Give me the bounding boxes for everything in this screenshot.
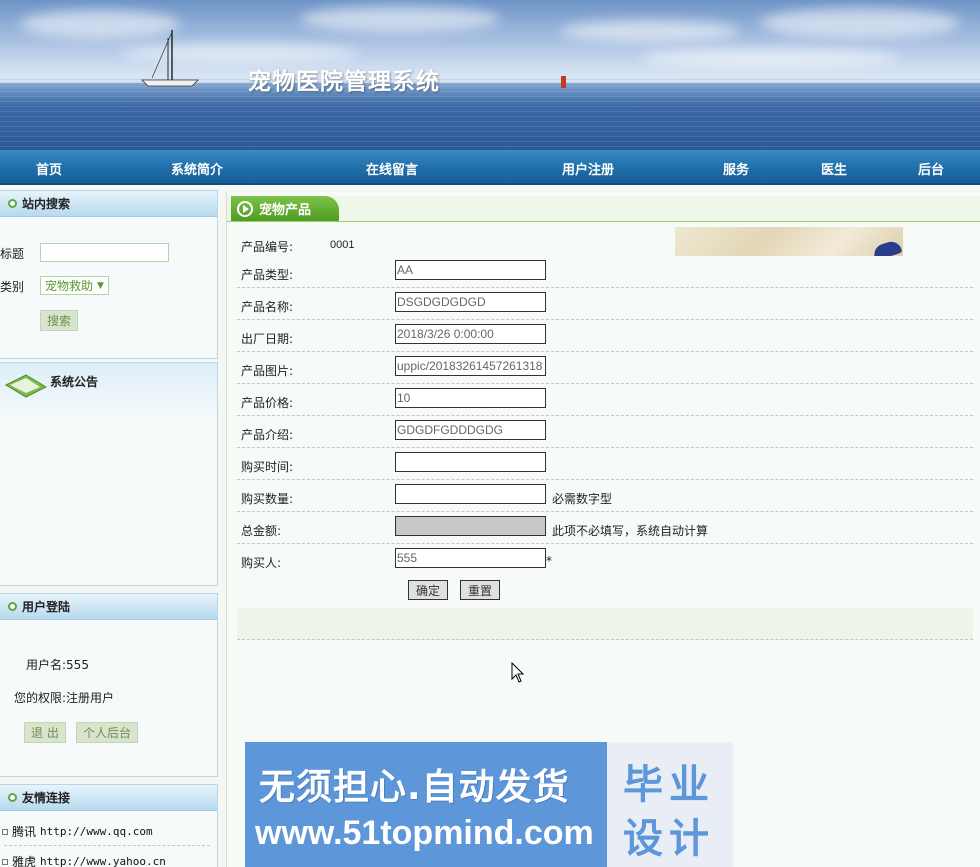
nav-item-doctor[interactable]: 医生 [821, 159, 847, 178]
field-label: 购买人: [241, 556, 282, 570]
field-label: 产品介绍: [241, 428, 294, 442]
field-label: 购买时间: [241, 460, 294, 474]
login-panel-header: 用户登陆 [0, 594, 217, 620]
purchase-quantity-field[interactable] [395, 484, 546, 504]
role-text: 您的权限:注册用户 [14, 691, 115, 705]
category-label: 类别 [0, 280, 25, 294]
notice-icon [4, 374, 48, 398]
nav-item-service[interactable]: 服务 [723, 159, 749, 178]
form-row: 产品图片: uppic/20183261457261318 [237, 352, 973, 384]
notice-heading: 系统公告 [50, 375, 99, 389]
form-row: 产品介绍: GDGDFGDDDGDG [237, 416, 973, 448]
watermark-box: 毕业 设计 [607, 742, 733, 867]
field-label: 产品编号: [241, 240, 294, 254]
friend-link[interactable]: 雅虎 http://www.yahoo.cn [2, 853, 166, 867]
bullet-icon [8, 793, 17, 802]
confirm-button[interactable]: 确定 [408, 580, 448, 600]
field-label: 购买数量: [241, 492, 294, 506]
watermark-box-line2: 设计 [623, 816, 715, 862]
watermark-line1: 无须担心.自动发货 [259, 767, 570, 808]
links-heading: 友情连接 [22, 791, 71, 805]
dropdown-arrow-icon: ▼ [97, 280, 104, 291]
field-label: 产品类型: [241, 268, 294, 282]
nav-item-home[interactable]: 首页 [36, 159, 62, 178]
field-label: 出厂日期: [241, 332, 294, 346]
field-label: 总金额: [241, 524, 282, 538]
form-footer-band [237, 608, 973, 640]
form-row: 总金额: 此项不必填写，系统自动计算 [237, 512, 973, 544]
category-select-value: 宠物救助 [45, 279, 94, 293]
form-row: 出厂日期: 2018/3/26 0:00:00 [237, 320, 973, 352]
field-note: 此项不必填写，系统自动计算 [552, 524, 709, 538]
tab-pet-products[interactable]: 宠物产品 [231, 196, 339, 221]
tab-label: 宠物产品 [259, 203, 312, 218]
form-row: 产品类型: AA [237, 256, 973, 288]
nav-item-register[interactable]: 用户注册 [562, 159, 614, 178]
personal-admin-button[interactable]: 个人后台 [76, 722, 139, 743]
link-bullet-icon [2, 828, 8, 835]
form-row: 产品价格: 10 [237, 384, 973, 416]
logout-button[interactable]: 退 出 [24, 722, 66, 743]
friend-link[interactable]: 腾讯 http://www.qq.com [2, 823, 153, 840]
category-select[interactable]: 宠物救助 ▼ [40, 276, 109, 295]
sea-waves [0, 86, 980, 150]
field-label: 产品价格: [241, 396, 294, 410]
link-url: http://www.yahoo.cn [40, 855, 166, 867]
username-text: 用户名:555 [26, 658, 89, 672]
purchase-time-field[interactable] [395, 452, 546, 472]
field-label: 产品图片: [241, 364, 294, 378]
reset-button[interactable]: 重置 [460, 580, 500, 600]
watermark-url: www.51topmind.com [255, 814, 594, 852]
search-button[interactable]: 搜索 [40, 310, 79, 331]
login-panel: 用户登陆 用户名:555 您的权限:注册用户 退 出 个人后台 [0, 593, 218, 777]
product-price-field[interactable]: 10 [395, 388, 546, 408]
product-name-field[interactable]: DSGDGDGDGD [395, 292, 546, 312]
link-name: 雅虎 [12, 855, 37, 867]
site-title: 宠物医院管理系统 [248, 68, 440, 95]
search-heading: 站内搜索 [22, 197, 71, 211]
link-url: http://www.qq.com [40, 825, 153, 838]
product-intro-field[interactable]: GDGDFGDDDGDG [395, 420, 546, 440]
nav-item-admin[interactable]: 后台 [918, 159, 944, 178]
field-label: 产品名称: [241, 300, 294, 314]
nav-item-message[interactable]: 在线留言 [366, 159, 418, 178]
form-row: 购买数量: 必需数字型 [237, 480, 973, 512]
title-label: 标题 [0, 247, 25, 261]
sailboat-icon [141, 30, 199, 87]
header-banner: 宠物医院管理系统 [0, 0, 980, 150]
watermark-banner: 无须担心.自动发货 www.51topmind.com 毕业 设计 [245, 742, 733, 867]
product-image-field[interactable]: uppic/20183261457261318 [395, 356, 546, 376]
bullet-icon [8, 602, 17, 611]
product-type-field[interactable]: AA [395, 260, 546, 280]
field-note: 必需数字型 [552, 492, 613, 506]
search-panel-header: 站内搜索 [0, 191, 217, 217]
bullet-icon [8, 199, 17, 208]
link-name: 腾讯 [12, 825, 37, 839]
play-circle-icon [237, 200, 253, 217]
main-nav: 首页 系统简介 在线留言 用户注册 服务 医生 后台 [0, 150, 980, 185]
title-search-input[interactable] [40, 243, 169, 262]
watermark-box-line1: 毕业 [623, 762, 715, 808]
search-panel: 站内搜索 标题 类别 宠物救助 ▼ 搜索 [0, 190, 218, 359]
buoy-marker [561, 76, 566, 88]
total-amount-field [395, 516, 546, 536]
link-divider [4, 845, 210, 846]
tab-bar: 宠物产品 [227, 196, 980, 222]
nav-item-intro[interactable]: 系统简介 [171, 159, 223, 178]
mouse-cursor-icon [511, 662, 525, 683]
login-heading: 用户登陆 [22, 600, 71, 614]
required-marker: * [546, 554, 552, 568]
form-row: 购买时间: [237, 448, 973, 480]
link-bullet-icon [2, 858, 8, 865]
buyer-field[interactable]: 555 [395, 548, 546, 568]
form-row: 产品名称: DSGDGDGDGD [237, 288, 973, 320]
form-row: 购买人: 555 * [237, 544, 973, 576]
links-panel-header: 友情连接 [0, 785, 217, 811]
product-code-value: 0001 [330, 239, 355, 251]
links-panel: 友情连接 腾讯 http://www.qq.com 雅虎 http://www.… [0, 784, 218, 867]
manufacture-date-field[interactable]: 2018/3/26 0:00:00 [395, 324, 546, 344]
notice-panel: 系统公告 [0, 362, 218, 586]
product-code-row: 产品编号: 0001 [237, 228, 973, 256]
notice-panel-header: 系统公告 [0, 363, 217, 415]
